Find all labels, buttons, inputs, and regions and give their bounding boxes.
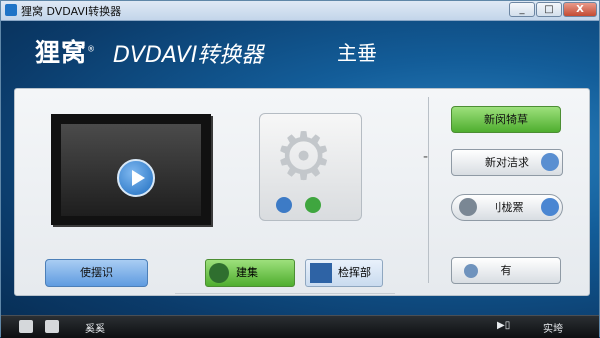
- maximize-button[interactable]: □: [536, 2, 562, 17]
- tab-check-label: 检挥部: [338, 266, 371, 279]
- chart-icon[interactable]: [19, 320, 33, 333]
- action-button-3[interactable]: 刂栊罴: [451, 194, 563, 221]
- header-banner: 狸窝® DVDAVI转换器 主垂: [7, 23, 593, 73]
- phone-icon[interactable]: [305, 197, 321, 213]
- app-icon: [5, 4, 17, 16]
- video-preview[interactable]: [51, 114, 211, 225]
- action-button-1[interactable]: 新闵犄草: [451, 106, 561, 133]
- status-left-text[interactable]: 奚奚: [85, 320, 105, 335]
- home-icon: [464, 264, 478, 278]
- settings-tile[interactable]: ⚙: [259, 113, 362, 221]
- edition-label: 主垂: [337, 41, 377, 65]
- gear-icon: ⚙: [274, 118, 334, 195]
- play-icon[interactable]: [117, 159, 155, 197]
- vertical-divider: [428, 97, 429, 283]
- status-bar: 奚奚 ▶▯ 实垮: [1, 315, 599, 338]
- add-icon: [541, 198, 559, 216]
- leaf-icon: [209, 263, 229, 283]
- tab-build-label: 建集: [236, 266, 258, 279]
- star-icon: [541, 153, 559, 171]
- status-mid-text[interactable]: ▶▯: [497, 320, 510, 331]
- minimize-button[interactable]: _: [509, 2, 535, 17]
- action-button-2[interactable]: 新对洁求: [451, 149, 563, 176]
- graduation-icon: [310, 263, 332, 283]
- tab-check[interactable]: 检挥部: [305, 259, 383, 287]
- brand-logo: 狸窝®: [35, 38, 97, 67]
- action-button-3-label: 刂栊罴: [490, 201, 524, 214]
- refresh-icon[interactable]: [276, 197, 292, 213]
- app-window: 狸窝 DVDAVI转换器 _ □ X 狸窝® DVDAVI转换器 主垂 ⚙ - …: [0, 0, 600, 338]
- user-icon: [459, 198, 477, 216]
- folder-icon[interactable]: [45, 320, 59, 333]
- product-name: DVDAVI转换器: [113, 43, 264, 68]
- tab-build[interactable]: 建集: [205, 259, 295, 287]
- action-button-4-label: 有: [500, 264, 512, 277]
- dash-separator: -: [423, 149, 429, 165]
- close-button[interactable]: X: [563, 2, 597, 17]
- preview-screen: [61, 124, 201, 216]
- tab-underline: [175, 293, 395, 294]
- action-button-4[interactable]: 有: [451, 257, 561, 284]
- main-panel: ⚙ - 新闵犄草 新对洁求 刂栊罴 有 使摆识 建集 检挥部: [14, 88, 590, 296]
- window-title: 狸窝 DVDAVI转换器: [21, 5, 122, 18]
- action-button-2-label: 新对洁求: [485, 156, 529, 169]
- left-action-button[interactable]: 使摆识: [45, 259, 148, 287]
- status-right-text[interactable]: 实垮: [543, 320, 563, 335]
- title-bar: 狸窝 DVDAVI转换器 _ □ X: [1, 1, 599, 21]
